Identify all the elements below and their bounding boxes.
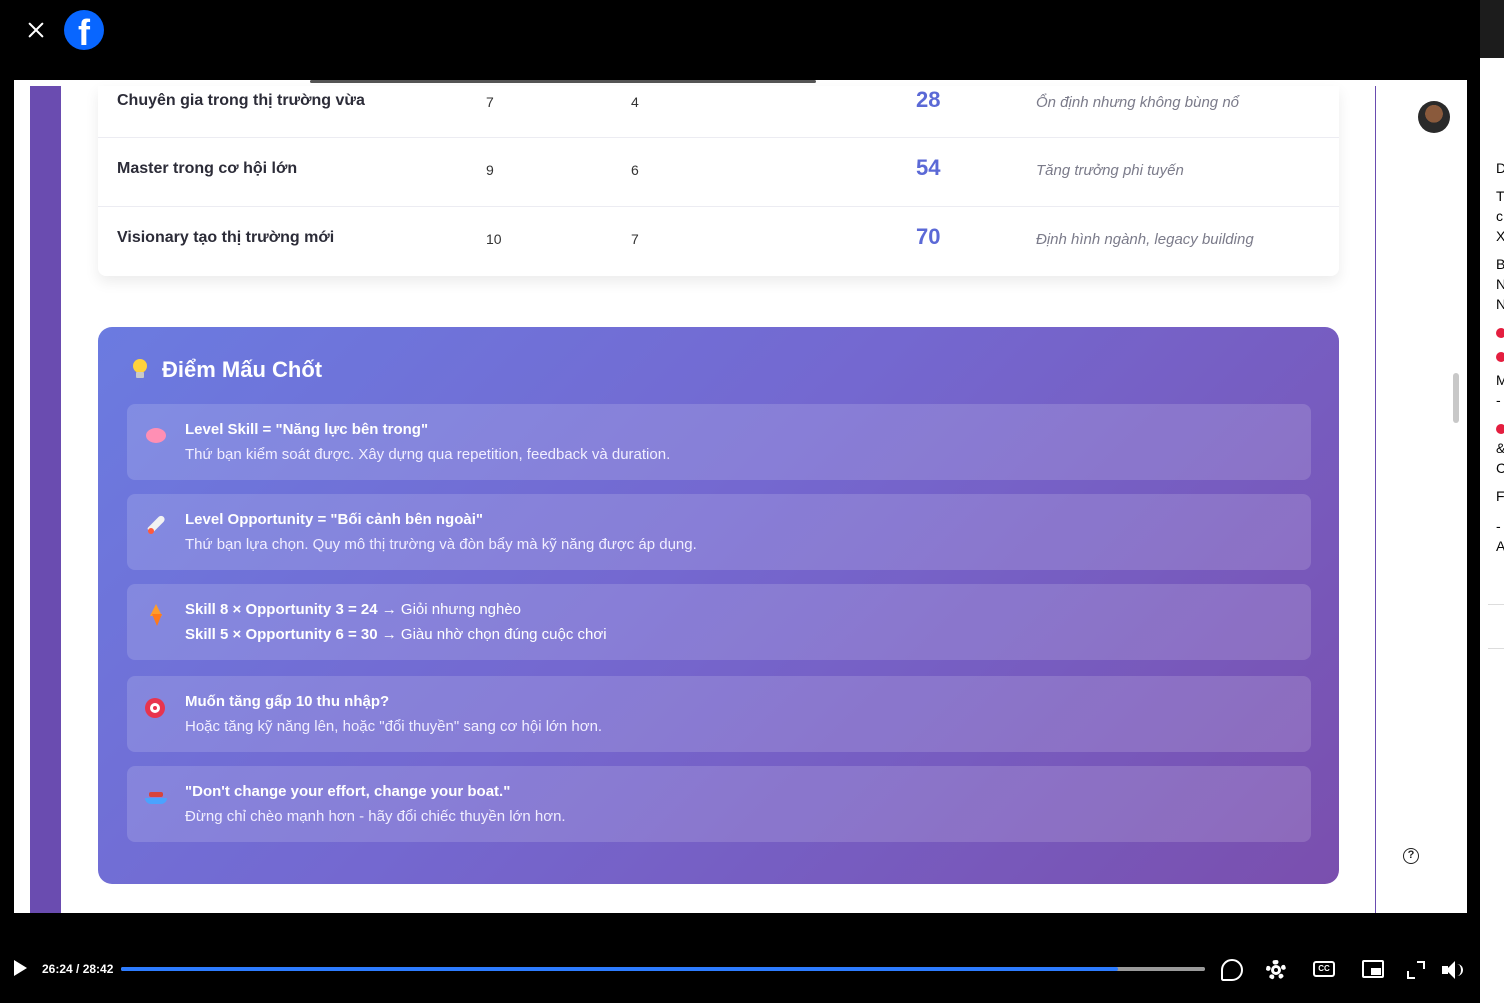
table-row: Chuyên gia trong thị trường vừa 7 4 28 Ổ…	[98, 86, 1339, 138]
panel-title: Điểm Mấu Chốt	[132, 357, 322, 383]
sidebar-header	[1480, 0, 1504, 58]
sidebar-char: X	[1496, 228, 1504, 244]
facebook-icon[interactable]: f	[64, 10, 104, 50]
note-cell: Ổn định nhưng không bùng nổ	[1036, 94, 1240, 111]
key-point-item: Muốn tăng gấp 10 thu nhập? Hoặc tăng kỹ …	[127, 676, 1311, 752]
key-point-title: Level Opportunity = "Bối cảnh bên ngoài"	[185, 511, 484, 528]
time-display: 26:24 / 28:42	[42, 962, 114, 976]
level-cell: Chuyên gia trong thị trường vừa	[117, 92, 365, 109]
sidebar-char: C	[1496, 460, 1504, 476]
key-point-text: Thứ bạn lựa chọn. Quy mô thị trường và đ…	[185, 536, 697, 553]
scrollbar[interactable]	[1453, 373, 1459, 423]
sidebar-char: c	[1496, 208, 1503, 224]
red-dot-icon	[1496, 352, 1504, 362]
progress-fill	[121, 967, 1119, 971]
divider	[1488, 648, 1504, 649]
red-dot-icon	[1496, 424, 1504, 434]
sidebar-char: B	[1496, 256, 1504, 272]
level-table: Chuyên gia trong thị trường vừa 7 4 28 Ổ…	[98, 86, 1339, 276]
skill-cell: 7	[486, 94, 494, 110]
key-point-item: Level Opportunity = "Bối cảnh bên ngoài"…	[127, 494, 1311, 570]
key-point-line: Skill 8 × Opportunity 3 = 24 → Giỏi nhưn…	[185, 601, 522, 618]
avatar[interactable]	[1418, 101, 1450, 133]
video-viewer: f D T c X B N N M - & C F - A Chuyên gia…	[0, 0, 1504, 1003]
opportunity-cell: 4	[631, 94, 639, 110]
sidebar-char: M	[1496, 372, 1504, 388]
level-cell: Master trong cơ hội lớn	[117, 160, 298, 177]
key-point-text: Hoặc tăng kỹ năng lên, hoặc "đổi thuyền"…	[185, 718, 603, 735]
table-row: Visionary tạo thị trường mới 10 7 70 Địn…	[98, 207, 1339, 276]
sidebar-char: D	[1496, 160, 1504, 176]
video-frame[interactable]: Chuyên gia trong thị trường vừa 7 4 28 Ổ…	[14, 80, 1467, 913]
note-cell: Tăng trưởng phi tuyến	[1036, 162, 1184, 179]
boat-icon	[145, 786, 167, 808]
table-row: Master trong cơ hội lớn 9 6 54 Tăng trưở…	[98, 138, 1339, 207]
sidebar-char: A	[1496, 538, 1504, 554]
key-point-title: Level Skill = "Năng lực bên trong"	[185, 421, 429, 438]
key-point-text: Thứ bạn kiểm soát được. Xây dựng qua rep…	[185, 446, 671, 463]
close-button[interactable]	[22, 16, 50, 44]
sidebar-char: &	[1496, 440, 1504, 456]
help-icon[interactable]: ?	[1403, 848, 1419, 864]
result-cell: 54	[916, 155, 941, 180]
key-point-text: Đừng chỉ chèo mạnh hơn - hãy đổi chiếc t…	[185, 808, 566, 825]
sidebar-char: -	[1496, 392, 1501, 408]
sidebar-char: N	[1496, 296, 1504, 312]
right-sidebar: D T c X B N N M - & C F - A	[1480, 0, 1504, 1003]
note-cell: Định hình ngành, legacy building	[1036, 231, 1254, 248]
sidebar-char: T	[1496, 188, 1504, 204]
player-controls: 26:24 / 28:42 CC	[0, 940, 1480, 1000]
panel-title-text: Điểm Mấu Chốt	[162, 357, 323, 382]
key-point-item: Skill 8 × Opportunity 3 = 24 → Giỏi nhưn…	[127, 584, 1311, 660]
level-cell: Visionary tạo thị trường mới	[117, 229, 335, 246]
rocket-icon	[145, 514, 167, 536]
opportunity-cell: 6	[631, 162, 639, 178]
result-cell: 70	[916, 224, 941, 249]
sidebar-char: F	[1496, 488, 1504, 504]
key-point-title: "Don't change your effort, change your b…	[185, 783, 511, 800]
closed-captions-icon[interactable]: CC	[1313, 961, 1335, 977]
key-point-line: Skill 5 × Opportunity 6 = 30 → Giàu nhờ …	[185, 626, 607, 643]
progress-bar[interactable]	[121, 967, 1205, 971]
key-point-item: Level Skill = "Năng lực bên trong" Thứ b…	[127, 404, 1311, 480]
sidebar-char: N	[1496, 276, 1504, 292]
brain-icon	[145, 424, 167, 446]
skill-cell: 9	[486, 162, 494, 178]
play-button[interactable]	[14, 960, 27, 976]
lightning-bolt-icon	[145, 604, 167, 626]
divider	[1488, 604, 1504, 605]
opportunity-cell: 7	[631, 231, 639, 247]
picture-in-picture-icon[interactable]	[1362, 960, 1384, 978]
fullscreen-icon[interactable]	[1405, 959, 1427, 981]
red-dot-icon	[1496, 328, 1504, 338]
comment-bubble-icon[interactable]	[1221, 959, 1243, 981]
key-point-title: Muốn tăng gấp 10 thu nhập?	[185, 693, 390, 710]
volume-icon[interactable]	[1442, 959, 1464, 981]
sidebar-char: -	[1496, 518, 1501, 534]
key-points-panel: Điểm Mấu Chốt Level Skill = "Năng lực bê…	[98, 327, 1339, 884]
gear-icon[interactable]	[1265, 959, 1287, 981]
frame-top-shadow	[310, 80, 816, 83]
target-icon	[145, 696, 167, 718]
result-cell: 28	[916, 87, 941, 112]
key-point-item: "Don't change your effort, change your b…	[127, 766, 1311, 842]
skill-cell: 10	[486, 231, 502, 247]
